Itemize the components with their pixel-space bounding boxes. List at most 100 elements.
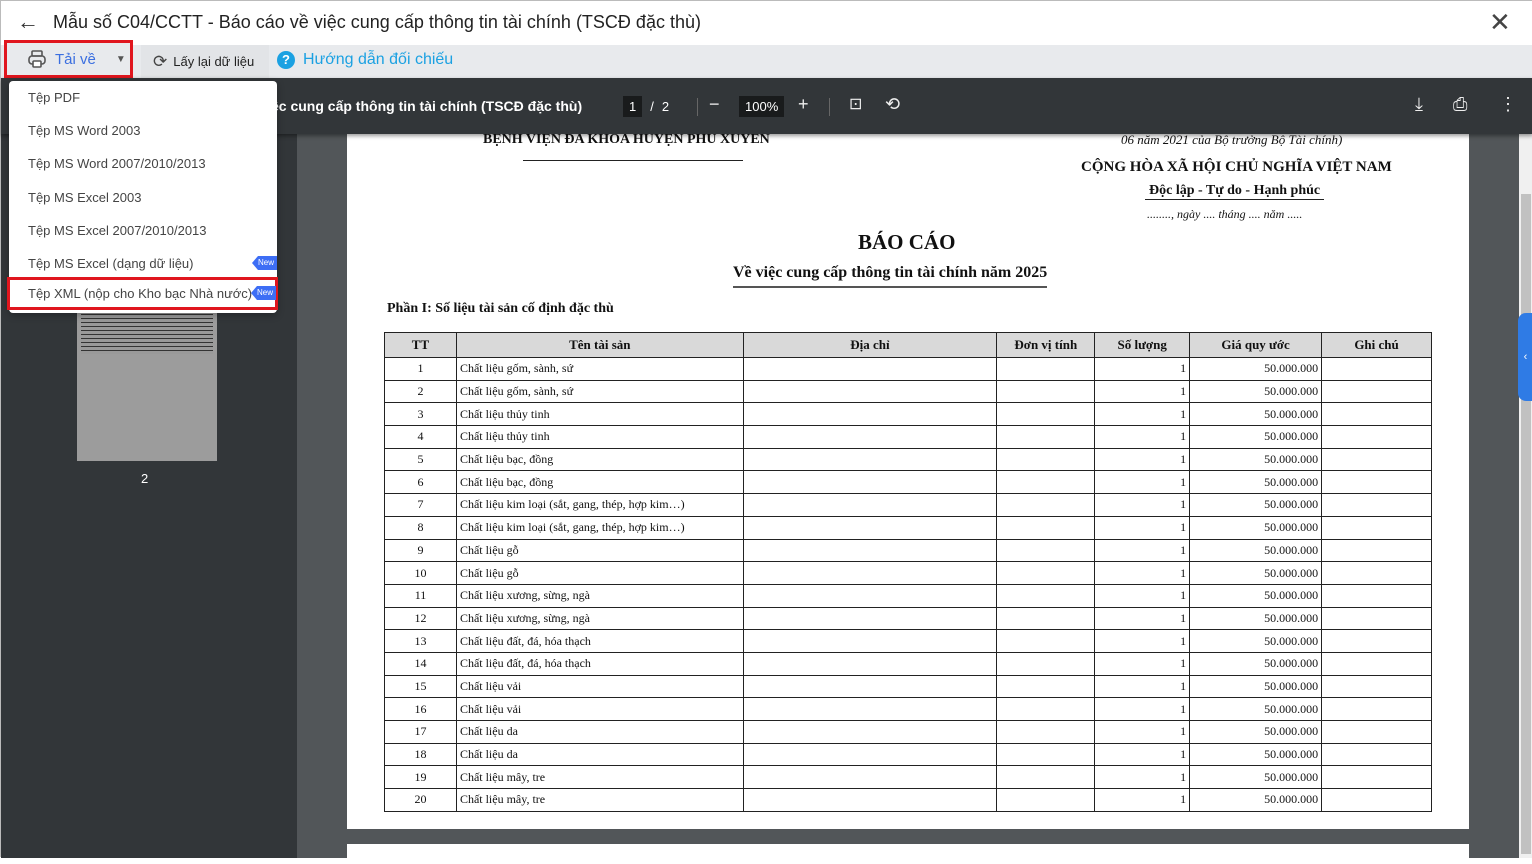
table-row: 10 Chất liệu gỗ 1 50.000.000 [384,561,1432,585]
table-cell [742,651,998,676]
table-cell: 50.000.000 [1189,379,1323,404]
table-cell: Chất liệu gỗ [455,561,744,585]
table-cell: Chất liệu da [455,720,744,744]
column-header: Tên tài sản [455,332,744,358]
table-cell [1321,402,1432,427]
menu-item-label: Tệp MS Excel 2007/2010/2013 [28,222,207,238]
download-button[interactable]: Tải về ▼ [4,40,133,78]
table-cell [996,515,1096,540]
table-cell: Chất liệu gỗ [455,538,744,563]
more-options-icon[interactable]: ⋮ [1499,94,1517,115]
download-menu-item[interactable]: Tệp MS Word 2003 [9,114,277,147]
table-cell [1321,447,1432,472]
table-cell [996,720,1096,744]
thumbnail-page-number: 2 [141,471,149,486]
table-cell: Chất liệu đất, đá, hóa thạch [455,651,744,676]
side-panel-toggle[interactable]: ‹ [1518,313,1532,401]
table-cell: Chất liệu bạc, đồng [455,447,744,472]
table-cell [1321,765,1432,790]
table-cell: 50.000.000 [1189,606,1323,631]
back-arrow-icon[interactable]: ← [17,9,39,35]
table-cell [742,583,998,608]
table-cell: Chất liệu mây, tre [455,765,744,790]
table-cell: Chất liệu da [455,742,744,767]
table-row: 3 Chất liệu thủy tinh 1 50.000.000 [384,402,1432,427]
download-menu-item[interactable]: Tệp PDF [9,81,277,114]
total-pages: 2 [661,99,670,114]
table-cell: Chất liệu vải [455,674,744,699]
table-cell: 11 [384,583,457,608]
table-row: 20 Chất liệu mây, tre 1 50.000.000 [384,788,1432,812]
table-cell: Chất liệu đất, đá, hóa thạch [455,629,744,653]
column-header: Đơn vị tính [996,332,1096,358]
table-cell: 1 [1094,697,1191,721]
table-cell: 17 [384,720,457,744]
scrollbar-thumb[interactable] [1521,194,1531,854]
download-icon[interactable]: ⤓ [1415,94,1423,115]
chevron-left-icon: ‹ [1523,351,1528,363]
table-cell [742,674,998,699]
download-menu-item[interactable]: Tệp MS Excel (dạng dữ liệu) New [9,247,277,280]
table-cell: Chất liệu gốm, sành, sứ [455,379,744,404]
download-menu: Tệp PDF Tệp MS Word 2003 Tệp MS Word 2007/… [7,81,278,313]
download-menu-item[interactable]: Tệp MS Excel 2007/2010/2013 [9,214,277,247]
table-cell: 1 [1094,561,1191,585]
table-cell [1321,538,1432,563]
table-cell [996,629,1096,653]
download-menu-item[interactable]: Tệp MS Word 2007/2010/2013 [9,147,277,180]
table-cell: 2 [384,379,457,404]
download-menu-item[interactable]: Tệp MS Excel 2003 [9,181,277,214]
table-row: 7 Chất liệu kim loại (sắt, gang, thép, hợ… [384,493,1432,517]
table-cell [742,561,998,585]
page-input[interactable]: 1 [623,96,643,117]
table-cell: 15 [384,674,457,699]
table-row: 19 Chất liệu mây, tre 1 50.000.000 [384,765,1432,790]
scrollbar[interactable] [1519,134,1532,858]
divider [697,98,698,116]
section-heading: Phần I: Số liệu tài sản cố định đặc thù [387,301,614,316]
table-cell: 50.000.000 [1189,425,1323,449]
reload-data-button[interactable]: ⟳ Lấy lại dữ liệu [141,45,269,78]
zoom-input[interactable]: 100% [739,96,785,117]
table-cell: 1 [1094,447,1191,472]
table-cell: 1 [1094,357,1191,381]
table-row: 2 Chất liệu gốm, sành, sứ 1 50.000.000 [384,379,1432,404]
rotate-icon[interactable]: ⟲ [885,94,900,115]
table-cell [742,357,998,381]
print-icon[interactable]: ⎙ [1453,94,1467,115]
table-cell [996,447,1096,472]
download-menu-item[interactable]: Tệp XML (nộp cho Kho bạc Nhà nước) New [7,277,278,310]
table-cell: 5 [384,447,457,472]
menu-item-label: Tệp PDF [28,90,81,105]
column-header: Số lượng [1094,332,1191,358]
zoom-in-icon[interactable]: + [798,94,809,115]
table-cell: 3 [384,402,457,427]
table-cell: 1 [1094,538,1191,563]
table-cell: 1 [1094,765,1191,790]
table-cell: 50.000.000 [1189,515,1323,540]
table-cell [996,765,1096,790]
close-icon[interactable]: ✕ [1489,7,1511,38]
table-cell [996,697,1096,721]
table-cell: 1 [1094,720,1191,744]
table-cell [996,379,1096,404]
motto: Độc lập - Tự do - Hạnh phúc [1145,183,1325,200]
fit-page-icon[interactable]: ⊡ [849,94,862,114]
table-cell [1321,425,1432,449]
table-cell: 50.000.000 [1189,357,1323,381]
table-cell: 19 [384,765,457,790]
table-cell [996,788,1096,812]
table-cell [996,425,1096,449]
divider [523,160,743,161]
caret-down-icon: ▼ [115,53,126,65]
page-thumbnail[interactable] [77,294,217,461]
table-row: 18 Chất liệu da 1 50.000.000 [384,742,1432,767]
zoom-out-icon[interactable]: − [709,94,720,115]
window-title: Mẫu số C04/CCTT - Báo cáo về việc cung c… [53,12,701,32]
table-cell [996,470,1096,495]
help-link[interactable]: ? Hướng dẫn đối chiếu [277,51,453,69]
new-badge: New [250,286,276,300]
table-cell: Chất liệu xương, sừng, ngà [455,583,744,608]
table-cell: 6 [384,470,457,495]
table-cell: 50.000.000 [1189,538,1323,563]
